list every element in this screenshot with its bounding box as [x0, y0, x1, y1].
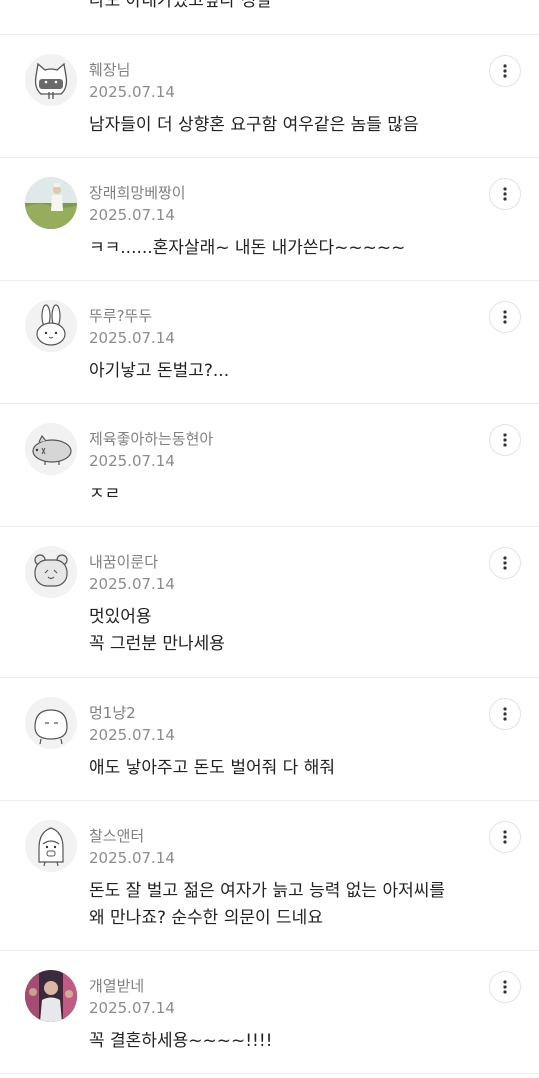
divider: [0, 1073, 539, 1074]
comment-line: ㅋㅋ......혼자살래~ 내돈 내가쓴다~~~~~: [89, 238, 406, 258]
avatar[interactable]: [25, 546, 77, 598]
comment-text: ㅋㅋ......혼자살래~ 내돈 내가쓴다~~~~~: [89, 235, 405, 262]
comment-date: 2025.07.14: [89, 83, 175, 101]
avatar[interactable]: [25, 423, 77, 475]
comment-line: ㅈㄹ: [89, 484, 121, 504]
previous-comment-text: 나도 아내가있고싶다 성발: [89, 0, 272, 11]
avatar[interactable]: [25, 300, 77, 352]
nickname[interactable]: 찰스앤터: [89, 825, 144, 846]
comment-date: 2025.07.14: [89, 726, 175, 744]
comment-line: 꼭 그런분 만나세용: [89, 634, 225, 654]
comment-date: 2025.07.14: [89, 206, 175, 224]
nickname[interactable]: 개열받네: [89, 975, 144, 996]
cat-doodle-icon: [25, 54, 77, 106]
nickname[interactable]: 멍1냥2: [89, 702, 136, 723]
comment-text: 남자들이 더 상향혼 요구함 여우같은 놈들 많음: [89, 112, 419, 139]
more-vertical-icon: [503, 64, 507, 78]
comment-text: ㅈㄹ: [89, 481, 120, 508]
blob-doodle-icon: [25, 697, 77, 749]
more-vertical-icon: [503, 433, 507, 447]
comment-line: 남자들이 더 상향혼 요구함 여우같은 놈들 많음: [89, 115, 419, 135]
comment-text: 애도 낳아주고 돈도 벌어줘 다 해줘: [89, 755, 335, 782]
more-vertical-icon: [503, 556, 507, 570]
more-vertical-icon: [503, 830, 507, 844]
avatar[interactable]: [25, 54, 77, 106]
nickname[interactable]: 훼장님: [89, 59, 130, 80]
comment-line: 멋있어용: [89, 607, 152, 627]
photo-crowd-icon: [25, 970, 77, 1022]
more-options-button[interactable]: [489, 178, 521, 210]
comment-text: 멋있어용 꼭 그런분 만나세용: [89, 604, 225, 658]
comment-item: 장래희망베짱이 2025.07.14 ㅋㅋ......혼자살래~ 내돈 내가쓴다…: [0, 157, 539, 280]
nickname[interactable]: 뚜루?뚜두: [89, 305, 152, 326]
more-options-button[interactable]: [489, 821, 521, 853]
comment-line: 왜 만나죠? 순수한 의문이 드네요: [89, 908, 323, 928]
comment-text: 아기낳고 돈벌고?...: [89, 358, 229, 385]
comment-date: 2025.07.14: [89, 999, 175, 1017]
avatar[interactable]: [25, 177, 77, 229]
avatar[interactable]: [25, 970, 77, 1022]
more-options-button[interactable]: [489, 55, 521, 87]
comment-item: 제육좋아하는동현아 2025.07.14 ㅈㄹ: [0, 403, 539, 526]
comment-item: 개열받네 2025.07.14 꼭 결혼하세용~~~~!!!!: [0, 950, 539, 1073]
more-options-button[interactable]: [489, 698, 521, 730]
comment-text: 돈도 잘 벌고 젊은 여자가 늙고 능력 없는 아저씨를 왜 만나죠? 순수한 …: [89, 878, 445, 932]
comment-item: 멍1냥2 2025.07.14 애도 낳아주고 돈도 벌어줘 다 해줘: [0, 677, 539, 800]
comment-text: 꼭 결혼하세용~~~~!!!!: [89, 1028, 272, 1055]
comment-line: 꼭 결혼하세용~~~~!!!!: [89, 1031, 273, 1051]
comment-line: 애도 낳아주고 돈도 벌어줘 다 해줘: [89, 758, 335, 778]
pig-doodle-icon: [25, 423, 77, 475]
more-vertical-icon: [503, 187, 507, 201]
nickname[interactable]: 장래희망베짱이: [89, 182, 186, 203]
more-options-button[interactable]: [489, 547, 521, 579]
more-options-button[interactable]: [489, 971, 521, 1003]
more-vertical-icon: [503, 707, 507, 721]
penguin-doodle-icon: [25, 820, 77, 872]
comment-date: 2025.07.14: [89, 849, 175, 867]
comment-line: 아기낳고 돈벌고?...: [89, 361, 230, 381]
comment-line: 돈도 잘 벌고 젊은 여자가 늙고 능력 없는 아저씨를: [89, 881, 446, 901]
more-options-button[interactable]: [489, 424, 521, 456]
comment-item: 찰스앤터 2025.07.14 돈도 잘 벌고 젊은 여자가 늙고 능력 없는 …: [0, 800, 539, 950]
photo-person-field-icon: [25, 177, 77, 229]
more-vertical-icon: [503, 310, 507, 324]
comment-date: 2025.07.14: [89, 452, 175, 470]
comment-item: 훼장님 2025.07.14 남자들이 더 상향혼 요구함 여우같은 놈들 많음: [0, 34, 539, 157]
comment-item: 내꿈이룬다 2025.07.14 멋있어용 꼭 그런분 만나세용: [0, 526, 539, 677]
comment-date: 2025.07.14: [89, 575, 175, 593]
nickname[interactable]: 내꿈이룬다: [89, 551, 158, 572]
nickname[interactable]: 제육좋아하는동현아: [89, 428, 213, 449]
comment-date: 2025.07.14: [89, 329, 175, 347]
comment-item: 뚜루?뚜두 2025.07.14 아기낳고 돈벌고?...: [0, 280, 539, 403]
bunny-doodle-icon: [25, 300, 77, 352]
avatar[interactable]: [25, 820, 77, 872]
more-vertical-icon: [503, 980, 507, 994]
bear-doodle-icon: [25, 546, 77, 598]
avatar[interactable]: [25, 697, 77, 749]
more-options-button[interactable]: [489, 301, 521, 333]
